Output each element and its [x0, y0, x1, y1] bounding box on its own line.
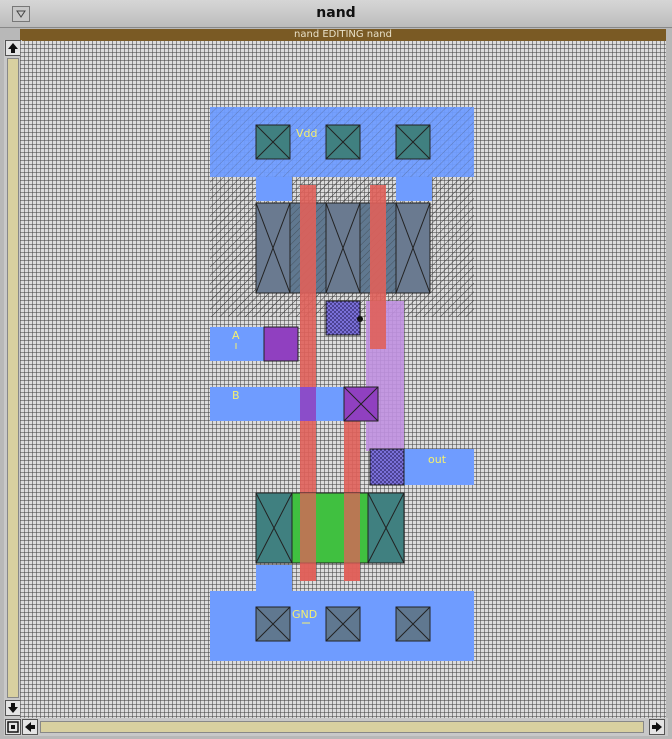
vdd-strap-right[interactable]	[396, 177, 432, 201]
corner-box-icon[interactable]	[5, 719, 21, 735]
via-output-top[interactable]	[325, 300, 361, 336]
label-vdd: Vdd	[296, 127, 318, 140]
arrow-left-icon[interactable]	[22, 719, 38, 735]
nmos-diffusion[interactable]	[255, 492, 405, 564]
editing-status-bar: nand EDITING nand	[20, 29, 666, 41]
label-out: out	[428, 453, 447, 466]
vdd-strap-left[interactable]	[256, 177, 292, 201]
label-a: A	[232, 329, 240, 342]
window-title: nand	[316, 5, 356, 21]
window-titlebar[interactable]: nand	[0, 0, 672, 28]
gnd-strap[interactable]	[256, 565, 292, 591]
poly-gate-a-nmos	[300, 493, 316, 581]
poly-gate-b-nmos	[344, 493, 360, 581]
via-output-bottom[interactable]	[369, 448, 405, 486]
vdd-contacts[interactable]	[255, 124, 431, 160]
pmos-diffusion[interactable]	[255, 202, 431, 294]
horizontal-scrollbar[interactable]	[4, 718, 668, 736]
label-gnd: GND	[292, 608, 317, 621]
gnd-contacts[interactable]	[255, 606, 431, 642]
poly-gate-b-upper[interactable]	[370, 185, 386, 349]
input-b-poly-contact[interactable]	[343, 386, 379, 422]
output-point	[357, 316, 363, 322]
horizontal-scroll-track[interactable]	[40, 721, 644, 733]
label-b: B	[232, 389, 240, 402]
vertical-scroll-track[interactable]	[7, 58, 19, 698]
arrow-up-icon[interactable]	[5, 40, 21, 56]
arrow-right-icon[interactable]	[649, 719, 665, 735]
input-a-poly-contact[interactable]	[263, 326, 299, 362]
layout-drawing[interactable]: Vdd A B out GND	[20, 41, 666, 718]
layout-canvas[interactable]: Vdd A B out GND	[20, 41, 666, 718]
arrow-down-icon[interactable]	[5, 700, 21, 716]
input-b-poly-overlap	[300, 387, 316, 421]
